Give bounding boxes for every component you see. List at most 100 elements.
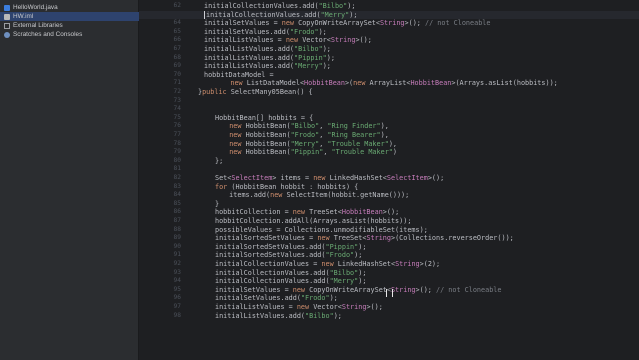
code-token: String: [366, 234, 391, 243]
code-token: );: [347, 2, 356, 10]
code-token: new: [229, 148, 246, 157]
code-token: Set<: [215, 174, 232, 182]
tree-item-scratches-and-consoles[interactable]: Scratches and Consoles: [0, 30, 82, 39]
code-token: "Ring Bearer": [327, 131, 381, 139]
code-token: initialSetValues.add(: [215, 294, 301, 303]
line-number: 74: [173, 105, 181, 113]
code-token: "Bilbo": [329, 268, 359, 277]
code-token: new: [296, 303, 314, 311]
code-line[interactable]: };: [139, 157, 223, 165]
code-token: initialListValues.add(: [215, 311, 306, 320]
code-token: >(Collections.reverseOrder());: [391, 234, 514, 243]
code-line[interactable]: initialListValues.add("Bilbo");: [139, 312, 342, 320]
code-line[interactable]: initialSortedSetValues.add("Pippin");: [139, 243, 366, 251]
code-token: "Frodo": [300, 294, 330, 303]
code-token: new: [285, 36, 303, 45]
code-line[interactable]: }: [139, 200, 219, 208]
line-number: 73: [173, 96, 181, 104]
code-line[interactable]: items.add(new SelectItem(hobbit.getName(…: [139, 191, 409, 199]
code-token: );: [358, 268, 367, 277]
code-line[interactable]: for (HobbitBean hobbit : hobbits) {: [139, 183, 358, 191]
tree-item-label: External Libraries: [13, 22, 63, 29]
project-tool-window[interactable]: HelloWorld.java HW.iml External Libraries S…: [0, 0, 142, 360]
code-line[interactable]: initialCollectionValues.add("Merry");: [139, 277, 366, 285]
code-line[interactable]: initialSetValues = new CopyOnWriteArrayS…: [139, 286, 501, 294]
code-line[interactable]: initialSetValues = new CopyOnWriteArrayS…: [139, 19, 490, 27]
code-line[interactable]: initialSortedSetValues.add("Frodo");: [139, 251, 362, 259]
text-caret: [204, 10, 205, 19]
code-token: >();: [382, 208, 400, 217]
code-line[interactable]: initialListValues = new Vector<String>()…: [139, 303, 383, 311]
code-line[interactable]: new ListDataModel<HobbitBean>(new ArrayL…: [139, 79, 557, 88]
code-token: new: [230, 79, 247, 88]
code-line[interactable]: HobbitBean[] hobbits = {: [139, 114, 313, 122]
code-line[interactable]: Set<SelectItem> items = new LinkedHashSe…: [139, 174, 444, 182]
code-line[interactable]: new HobbitBean("Pippin", "Trouble Maker"…: [139, 148, 397, 156]
code-token: hobbitDataModel =: [204, 70, 274, 79]
code-line[interactable]: hobbitDataModel =: [139, 71, 274, 79]
tree-item-helloworld-java[interactable]: HelloWorld.java: [0, 3, 58, 12]
mouse-text-cursor-icon: [386, 289, 393, 297]
code-line[interactable]: initialListValues = new Vector<String>()…: [139, 36, 372, 44]
code-line[interactable]: hobbitCollection.addAll(Arrays.asList(ho…: [139, 217, 411, 225]
code-token: "Frodo": [325, 251, 355, 260]
code-token: };: [215, 156, 224, 165]
code-token: "Frodo": [289, 27, 319, 36]
code-line[interactable]: initialSortedSetValues = new TreeSet<Str…: [139, 234, 514, 242]
tree-item-hw-iml[interactable]: HW.iml: [0, 12, 142, 21]
code-token: HobbitBean(: [245, 122, 291, 131]
code-line[interactable]: hobbitCollection = new TreeSet<HobbitBea…: [139, 208, 399, 216]
code-line[interactable]: initialListValues.add("Pippin");: [139, 54, 335, 62]
code-token: // not Cloneable: [425, 19, 491, 28]
tree-item-label: Scratches and Consoles: [13, 31, 83, 38]
code-token: (HobbitBean hobbit : hobbits) {: [231, 182, 359, 191]
code-token: "Trouble Maker": [327, 139, 389, 148]
code-editor[interactable]: 6263646566676869707172737475767778798081…: [139, 0, 639, 360]
code-token: initialListValues.add(: [204, 53, 295, 62]
code-token: >(: [344, 79, 354, 88]
code-token: new: [281, 19, 299, 28]
code-line[interactable]: initialListValues.add("Merry");: [139, 62, 331, 70]
code-token: initialSetValues =: [204, 19, 282, 28]
code-token: TreeSet<: [333, 234, 367, 243]
code-token: > items =: [272, 174, 314, 182]
code-token: initialSetValues.add(: [204, 27, 290, 36]
code-token: initialCollectionValues.add(: [215, 277, 330, 286]
code-line[interactable]: initialListValues.add("Bilbo");: [139, 45, 331, 53]
code-token: CopyOnWriteArraySet<: [309, 285, 391, 294]
code-line[interactable]: new HobbitBean("Merry", "Trouble Maker")…: [139, 140, 397, 148]
code-line[interactable]: new HobbitBean("Bilbo", "Ring Finder"),: [139, 122, 389, 130]
code-line[interactable]: initialCollectionValues.add("Bilbo");: [139, 269, 366, 277]
code-line[interactable]: possibleValues = Collections.unmodifiabl…: [139, 226, 428, 234]
code-token: );: [358, 242, 367, 251]
code-token: // not Cloneable: [436, 285, 502, 294]
code-token: ListDataModel<: [246, 79, 305, 88]
code-line[interactable]: initialSetValues.add("Frodo");: [139, 28, 327, 36]
code-token: );: [358, 277, 367, 286]
code-line[interactable]: initialCollectionValues.add("Merry");: [139, 10, 639, 19]
code-line[interactable]: initialCollectionValues = new LinkedHash…: [139, 260, 440, 268]
library-icon: [4, 22, 10, 29]
code-token: initialCollectionValues.add(: [215, 268, 330, 277]
code-line[interactable]: new HobbitBean("Frodo", "Ring Bearer"),: [139, 131, 389, 139]
code-line[interactable]: initialSetValues.add("Frodo");: [139, 294, 338, 302]
code-token: hobbitCollection.addAll(Arrays.asList(ho…: [215, 217, 412, 225]
code-token: >();: [355, 36, 372, 45]
code-token: }: [215, 199, 220, 208]
code-token: new: [229, 131, 246, 139]
code-token: ): [392, 148, 397, 157]
code-token: initialListValues =: [204, 36, 286, 45]
code-token: "Ring Finder": [327, 122, 381, 131]
code-token: >();: [427, 174, 445, 182]
tree-item-label: HelloWorld.java: [13, 4, 58, 11]
code-token: );: [318, 27, 327, 36]
tree-item-label: HW.iml: [13, 13, 34, 20]
code-line[interactable]: initialCollectionValues.add("Bilbo");: [139, 2, 355, 10]
code-line[interactable]: }public SelectMany05Bean() {: [139, 88, 313, 96]
code-token: LinkedHashSet<: [329, 174, 387, 182]
code-token: "Bilbo": [294, 45, 323, 53]
tree-item-external-libraries[interactable]: External Libraries: [0, 21, 63, 30]
